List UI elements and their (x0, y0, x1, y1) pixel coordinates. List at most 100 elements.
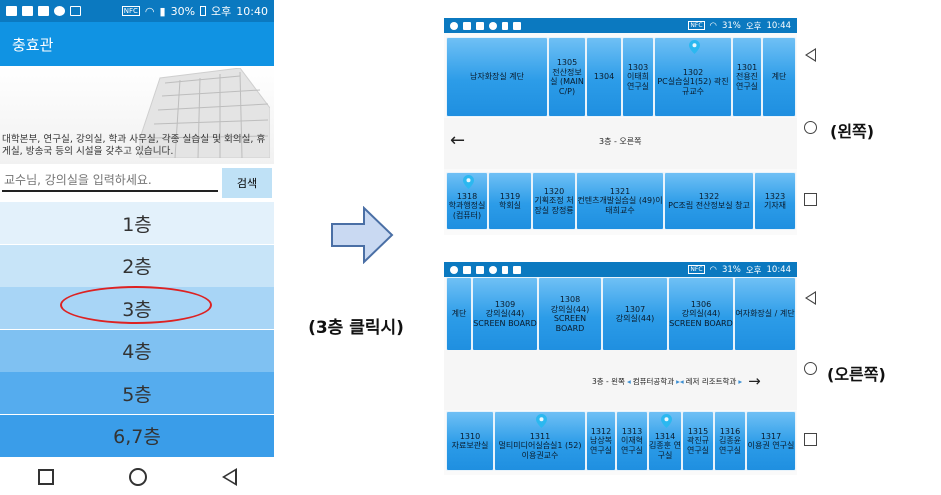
room-1302-4[interactable]: 1302 PC실습실1(52) 곽진규교수 (654, 37, 732, 117)
right-chevron-icon: ▸ (738, 376, 743, 386)
notification-icon (22, 6, 33, 16)
floor-button-4[interactable]: 4층 (0, 329, 274, 372)
hallway: ← 3층 - 오른쪽 (444, 118, 797, 169)
chat-icon (54, 6, 65, 16)
hallway-label: 3층 - 오른쪽 (599, 137, 642, 146)
floor-button-1[interactable]: 1층 (0, 202, 274, 244)
room-1321-3[interactable]: 1321 컨텐츠개발실습실 (49)이태희교수 (576, 172, 664, 230)
clock-ampm: 오후 (745, 265, 762, 276)
room-1305-1[interactable]: 1305 전산정보실 (MAIN C/P) (548, 37, 586, 117)
room-1316-6[interactable]: 1316 김종윤 연구실 (714, 411, 746, 471)
back-icon[interactable] (805, 290, 816, 305)
room-name: 컨텐츠개발실습실 (49)이태희교수 (577, 196, 663, 215)
home-icon[interactable] (804, 120, 817, 134)
floor-button-2[interactable]: 2층 (0, 244, 274, 287)
battery-saver-icon (502, 265, 508, 274)
right-chevron-icon: ▸◂ (676, 376, 684, 386)
room-number: 1318 (456, 191, 478, 201)
room-name: 이태희 연구실 (626, 72, 650, 91)
room-name: 이용권 연구실 (747, 441, 795, 450)
room-1317-7[interactable]: 1317 이용권 연구실 (746, 411, 796, 471)
image-icon (38, 6, 49, 16)
room-number: 1315 (687, 426, 709, 436)
notification-icon (450, 21, 458, 30)
room-1301-5[interactable]: 1301 전용진 연구실 (732, 37, 762, 117)
room-facility-5[interactable]: 여자화장실 / 계단 (734, 277, 796, 351)
android-nav-bar (797, 18, 824, 235)
wifi-icon: ◠ (709, 264, 717, 275)
room-1311-1[interactable]: 1311 멀티미디어실습실1 (52) 이용권교수 (494, 411, 586, 471)
battery-saver-icon (502, 21, 508, 30)
room-name: 강의실(44) SCREEN BOARD (669, 309, 733, 328)
room-1320-2[interactable]: 1320 기획조정 처장실 장정룡 (532, 172, 576, 230)
hallway-link-computer-eng[interactable]: 컴퓨터공학과 (633, 376, 674, 387)
building-description: 대학본부, 연구실, 강의실, 학과 사무실, 각종 실습실 및 회의실, 휴게… (2, 134, 266, 157)
recent-apps-icon[interactable] (804, 192, 817, 206)
room-facility-0[interactable]: 남자화장실 계단 (446, 37, 548, 117)
nfc-badge: NFC (688, 265, 705, 274)
location-pin-icon (536, 414, 547, 428)
wifi-icon: ◠ (709, 20, 717, 31)
recent-apps-icon[interactable] (804, 433, 817, 447)
image-icon (476, 265, 484, 274)
room-facility-0[interactable]: 계단 (446, 277, 472, 351)
room-1315-5[interactable]: 1315 곽진규 연구실 (682, 411, 714, 471)
caption-floor3-click: (3층 클릭시) (308, 318, 404, 338)
room-1303-3[interactable]: 1303 이태희 연구실 (622, 37, 654, 117)
hallway: 3층 - 왼쪽 ◂ 컴퓨터공학과 ▸◂ 레저 리조트학과 ▸ → (444, 350, 797, 410)
room-number: 1317 (760, 431, 782, 441)
forward-arrow-icon[interactable]: → (748, 372, 761, 390)
back-icon[interactable] (221, 467, 237, 486)
room-name: 김종훈 연구실 (649, 441, 681, 460)
back-arrow-icon[interactable]: ← (450, 130, 465, 151)
room-number: 1320 (543, 186, 565, 196)
hallway-link-leisure-resort[interactable]: 레저 리조트학과 (686, 376, 737, 387)
room-1323-5[interactable]: 1323 기자재 (754, 172, 796, 230)
room-name: 곽진규 연구실 (686, 436, 710, 455)
room-facility-6[interactable]: 계단 (762, 37, 796, 117)
room-1313-3[interactable]: 1313 이재혁 연구실 (616, 411, 648, 471)
room-1306-4[interactable]: 1306 강의실(44) SCREEN BOARD (668, 277, 734, 351)
room-1319-1[interactable]: 1319 학회실 (488, 172, 532, 230)
home-icon[interactable] (128, 467, 147, 486)
room-1318-0[interactable]: 1318 학과행정실 (컴퓨터) (446, 172, 488, 230)
room-number: 1314 (654, 431, 676, 441)
room-name: 강의실(44) SCREEN BOARD (473, 309, 537, 328)
room-1322-4[interactable]: 1322 PC조립 전산정보실 창고 (664, 172, 754, 230)
floor-button-6[interactable]: 6,7층 (0, 414, 274, 457)
room-name: 학회실 (498, 201, 522, 210)
search-button[interactable]: 검색 (222, 168, 272, 198)
room-1312-2[interactable]: 1312 남상복 연구실 (586, 411, 616, 471)
label-right-side: (오른쪽) (827, 365, 886, 384)
nfc-badge: NFC (121, 6, 140, 16)
room-number: 1303 (627, 62, 649, 72)
search-input[interactable] (2, 170, 218, 192)
room-1314-4[interactable]: 1314 김종훈 연구실 (648, 411, 682, 471)
room-number: 1304 (593, 72, 615, 82)
phone-floor-menu-screen: NFC ◠ ▮ 30% 오후 10:40 충효관 대학본부, 연구실, 강의실,… (0, 0, 274, 495)
floor-button-5[interactable]: 5층 (0, 372, 274, 414)
back-icon[interactable] (805, 47, 816, 62)
room-number: 1322 (698, 191, 720, 201)
home-icon[interactable] (804, 362, 817, 376)
room-1308-2[interactable]: 1308 강의실(44) SCREEN BOARD (538, 277, 602, 351)
recent-apps-icon[interactable] (37, 468, 54, 485)
room-1310-0[interactable]: 1310 자료보관실 (446, 411, 494, 471)
check-icon (70, 6, 81, 16)
clock-ampm: 오후 (745, 21, 762, 32)
android-nav-bar (0, 458, 274, 495)
room-name: 남자화장실 계단 (469, 72, 525, 82)
phone-floor3-left-map: NFC ◠ 31% 오후 10:44 계단 1309 강의실(44) SCREEN … (444, 262, 824, 475)
room-1309-1[interactable]: 1309 강의실(44) SCREEN BOARD (472, 277, 538, 351)
room-number: 1323 (764, 191, 786, 201)
wifi-icon: ◠ (144, 4, 155, 18)
room-name: 기획조정 처장실 장정룡 (534, 196, 574, 215)
location-pin-icon (661, 414, 672, 428)
room-1307-3[interactable]: 1307 강의실(44) (602, 277, 668, 351)
location-pin-icon (463, 175, 474, 189)
floor-map: 남자화장실 계단 1305 전산정보실 (MAIN C/P) 1304 1303 이태희 … (444, 33, 797, 235)
floor-map: 계단 1309 강의실(44) SCREEN BOARD 1308 강의실(44) SC… (444, 277, 797, 475)
clock-time: 10:44 (766, 20, 792, 31)
room-1304-2[interactable]: 1304 (586, 37, 622, 117)
hallway-label: 3층 - 왼쪽 (592, 376, 625, 386)
